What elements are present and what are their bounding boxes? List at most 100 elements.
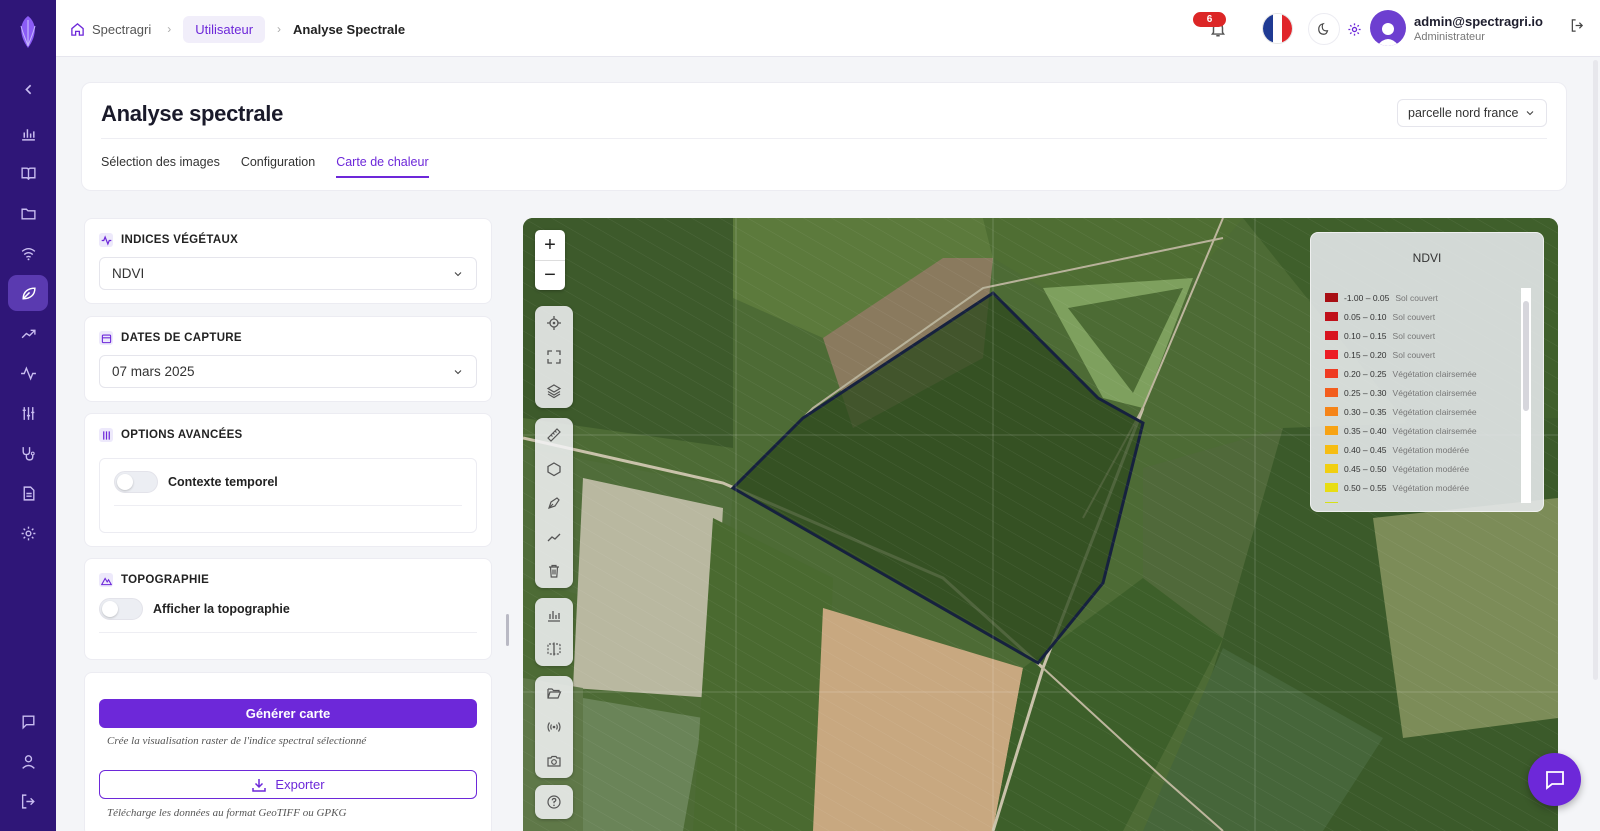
sign-out-icon [1571, 19, 1584, 32]
folder-icon[interactable] [8, 195, 48, 231]
legend-title: NDVI [1412, 251, 1442, 265]
theme-toggle-button[interactable] [1308, 13, 1340, 45]
broadcast-icon[interactable] [535, 710, 573, 744]
ruler-icon[interactable] [535, 418, 573, 452]
temporal-context-toggle[interactable] [114, 471, 158, 493]
notification-badge: 6 [1193, 12, 1226, 27]
sliders-icon[interactable] [8, 395, 48, 431]
chart-icon[interactable] [535, 598, 573, 632]
book-icon[interactable] [8, 155, 48, 191]
index-select[interactable]: NDVI [99, 257, 477, 290]
zoom-control: + − [535, 230, 565, 290]
help-tools [535, 785, 573, 819]
profile-icon[interactable] [8, 743, 48, 779]
heatmap-map[interactable]: + − NDVI -1.00 – 0.05 Sol couvert 0.05 – 0… [523, 218, 1558, 831]
activity-icon[interactable] [8, 355, 48, 391]
export-hint: Télécharge les données au format GeoTIFF… [107, 807, 347, 819]
tab-image-selection[interactable]: Sélection des images [101, 155, 220, 178]
top-header: Spectragri › Utilisateur › Analyse Spect… [56, 0, 1600, 57]
gear-icon [1347, 22, 1361, 36]
legend-range: 0.55 – 0.60 [1344, 502, 1387, 504]
legend-row: 0.30 – 0.35 Végétation clairsemée [1325, 402, 1513, 421]
topography-heading: TOPOGRAPHIE [99, 573, 209, 587]
zoom-in-button[interactable]: + [535, 230, 565, 260]
pen-tool-icon[interactable] [535, 486, 573, 520]
legend-scrollbar[interactable] [1521, 288, 1531, 503]
capture-date-select[interactable]: 07 mars 2025 [99, 355, 477, 388]
parcel-select[interactable]: parcelle nord france [1397, 99, 1547, 127]
legend-range: 0.45 – 0.50 [1344, 463, 1387, 474]
trash-icon[interactable] [535, 554, 573, 588]
actions-panel: Générer carte Crée la visualisation rast… [84, 672, 492, 831]
notifications-button[interactable]: 6 [1193, 12, 1231, 42]
ndvi-legend: NDVI -1.00 – 0.05 Sol couvert 0.05 – 0.10 S… [1310, 232, 1544, 512]
camera-icon[interactable] [535, 744, 573, 778]
dates-title: DATES DE CAPTURE [121, 332, 242, 344]
settings-icon[interactable] [8, 515, 48, 551]
topography-toggle[interactable] [99, 598, 143, 620]
document-icon[interactable] [8, 475, 48, 511]
legend-range: 0.10 – 0.15 [1344, 330, 1387, 341]
moon-icon [1318, 22, 1329, 35]
export-button[interactable]: Exporter [99, 770, 477, 799]
wifi-icon[interactable] [8, 235, 48, 271]
data-tools [535, 676, 573, 778]
breadcrumb-home[interactable]: Spectragri [66, 22, 155, 37]
chevron-down-icon [454, 271, 462, 276]
tab-bar: Sélection des images Configuration Carte… [101, 155, 429, 178]
temporal-context-label: Contexte temporel [168, 475, 278, 489]
tab-heatmap[interactable]: Carte de chaleur [336, 155, 429, 178]
legend-row: 0.25 – 0.30 Végétation clairsemée [1325, 383, 1513, 402]
legend-scroll-thumb[interactable] [1523, 301, 1529, 411]
legend-swatch [1325, 293, 1338, 302]
folder-open-icon[interactable] [535, 676, 573, 710]
sign-out-icon[interactable] [8, 783, 48, 819]
user-menu[interactable]: admin@spectragri.io Administrateur [1370, 10, 1543, 46]
chat-button[interactable] [1528, 753, 1581, 806]
help-icon[interactable] [535, 785, 573, 819]
legend-swatch [1325, 407, 1338, 416]
side-rail [0, 0, 56, 831]
polyline-icon[interactable] [535, 520, 573, 554]
legend-swatch [1325, 312, 1338, 321]
language-flag-fr[interactable] [1262, 13, 1293, 44]
layers-icon[interactable] [535, 374, 573, 408]
legend-row: -1.00 – 0.05 Sol couvert [1325, 288, 1513, 307]
pulse-icon [99, 233, 113, 247]
dates-heading: DATES DE CAPTURE [99, 331, 242, 345]
legend-swatch [1325, 388, 1338, 397]
polygon-icon[interactable] [535, 452, 573, 486]
page-scrollbar[interactable] [1593, 60, 1598, 680]
page-title: Analyse spectrale [101, 101, 284, 126]
legend-swatch [1325, 483, 1338, 492]
trending-up-icon[interactable] [8, 315, 48, 351]
legend-class: Végétation modérée [1393, 502, 1470, 504]
dashboard-icon[interactable] [8, 115, 48, 151]
options-title: OPTIONS AVANCÉES [121, 429, 243, 441]
stethoscope-icon[interactable] [8, 435, 48, 471]
compare-split-icon[interactable] [535, 632, 573, 666]
index-select-value: NDVI [112, 266, 145, 281]
fullscreen-icon[interactable] [535, 340, 573, 374]
legend-class: Végétation clairsemée [1392, 368, 1477, 379]
tab-configuration[interactable]: Configuration [241, 155, 315, 178]
spectragri-logo[interactable] [14, 14, 42, 50]
legend-range: -1.00 – 0.05 [1344, 292, 1390, 303]
resize-handle[interactable] [506, 614, 509, 646]
legend-row: 0.35 – 0.40 Végétation clairsemée [1325, 421, 1513, 440]
generate-map-button[interactable]: Générer carte [99, 699, 477, 728]
locate-icon[interactable] [535, 306, 573, 340]
drawing-tools [535, 418, 573, 588]
breadcrumb-section[interactable]: Utilisateur [183, 15, 266, 43]
chat-icon[interactable] [8, 703, 48, 739]
legend-class: Végétation clairsemée [1392, 406, 1477, 417]
advanced-options-panel: OPTIONS AVANCÉES Contexte temporel [84, 413, 492, 547]
indices-panel: INDICES VÉGÉTAUX NDVI [84, 218, 492, 304]
settings-button[interactable] [1338, 13, 1370, 45]
legend-row: 0.05 – 0.10 Sol couvert [1325, 307, 1513, 326]
logout-button[interactable] [1570, 18, 1585, 38]
zoom-out-button[interactable]: − [535, 260, 565, 290]
collapse-sidebar-icon[interactable] [8, 71, 48, 107]
topography-title: TOPOGRAPHIE [121, 574, 210, 586]
leaf-icon[interactable] [8, 275, 48, 311]
